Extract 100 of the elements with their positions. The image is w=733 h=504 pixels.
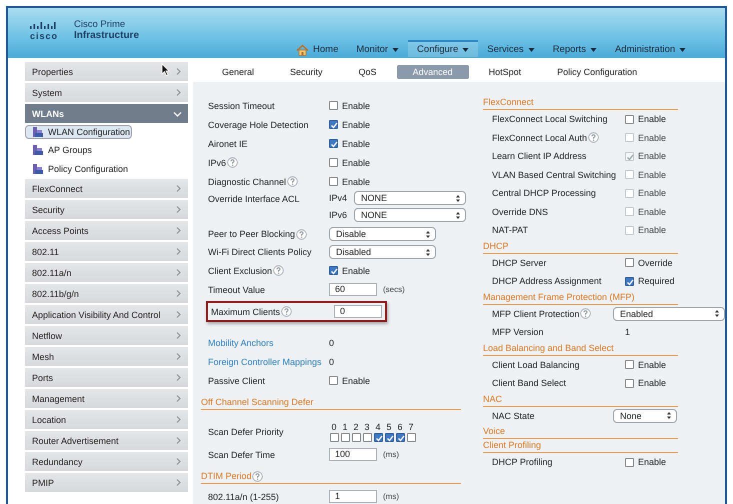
sidebar-item[interactable]: Security [25,200,188,219]
field-label: FlexConnect Local Switching [492,114,608,124]
chevron-right-icon [175,289,182,298]
dropdown[interactable]: NONE [354,191,466,205]
nav-menu-item[interactable]: Monitor [347,40,408,57]
text-field[interactable]: 0 [334,305,382,318]
field-label: Passive Client [208,376,266,386]
field-label: Scan Defer Priority [208,427,284,437]
checkbox[interactable] [625,276,634,286]
checkbox[interactable] [340,433,350,442]
text-field[interactable]: 60 [329,283,377,296]
checkbox[interactable] [329,376,338,385]
value-text: 1 [625,327,630,338]
help-icon [273,265,284,276]
nav-menu-item[interactable]: Reports [544,40,606,57]
checkbox[interactable] [625,378,634,388]
sidebar-item[interactable]: Application Visibility And Control [25,305,188,324]
checkbox[interactable] [329,177,338,186]
checkbox[interactable] [352,433,360,442]
dropdown[interactable]: None [613,408,677,423]
sidebar-item[interactable]: PMIP [25,473,188,492]
chevron-right-icon [175,478,182,487]
checkbox[interactable] [329,139,338,148]
nav-menu-item[interactable]: Configure [408,40,478,57]
field-label: Scan Defer Time [208,450,276,460]
option-label: Enable [638,225,666,236]
field-label: Aironet IE [208,138,248,148]
field-label: Client Exclusion [208,266,272,276]
checkbox[interactable] [329,158,338,167]
sidebar-item[interactable]: Location [25,410,188,429]
sidebar-item[interactable]: 802.11a/n [25,263,188,282]
caret-icon [462,46,470,52]
section-heading: FlexConnect [483,96,678,110]
text-field[interactable]: 100 [329,448,377,461]
section-heading: Management Frame Protection (MFP) [483,290,678,304]
chevron-right-icon [175,415,182,424]
chevron-right-icon [175,205,182,214]
section-heading: Client Profiling [483,439,678,453]
logo-bars-icon [30,22,56,30]
dropdown[interactable]: Disable [329,227,436,241]
sidebar-item[interactable]: Ports [25,368,188,387]
link[interactable]: Foreign Controller Mappings [208,356,322,366]
sidebar-item[interactable]: FlexConnect [25,179,188,198]
sidebar-item[interactable]: Properties [25,62,188,81]
text-field[interactable]: 1 [329,490,377,503]
checkbox[interactable] [625,114,634,124]
checkbox[interactable] [329,120,338,129]
option-label: Enable [342,158,370,168]
sidebar-item[interactable]: Netflow [25,326,188,345]
checkbox[interactable] [625,258,634,268]
help-icon [287,176,298,187]
option-label: Enable [638,151,666,162]
option-label: Enable [638,170,666,180]
dropdown[interactable]: Disabled [329,245,436,259]
chevron-right-icon [175,67,182,76]
tab[interactable]: Policy Configuration [541,65,654,79]
tab[interactable]: General [206,65,270,79]
tab[interactable]: Security [274,65,339,79]
sidebar-item[interactable]: Redundancy [25,452,188,471]
checkbox[interactable] [362,433,372,442]
unit-label: (ms) [383,450,399,459]
checkbox[interactable] [625,458,634,467]
dropdown[interactable]: Enabled [613,306,725,321]
nav-menu-item[interactable]: Home [287,40,348,57]
sidebar-item[interactable]: Mesh [25,347,188,366]
field-label: IPv6 [329,210,348,220]
checkbox[interactable] [384,433,394,442]
updown-arrow-icon [455,210,461,220]
field-label: Override DNS [492,206,548,217]
sidebar-item[interactable]: System [25,83,188,102]
updown-arrow-icon [425,248,431,256]
field-label: MFP Client Protection [492,308,580,319]
link[interactable]: Mobility Anchors [208,338,274,348]
checkbox[interactable] [406,433,416,442]
checkbox[interactable] [330,433,338,442]
option-label: Enable [638,114,666,124]
updown-arrow-icon [666,411,672,420]
checkbox[interactable] [329,266,338,275]
building-icon [32,162,43,174]
sidebar-item[interactable]: Router Advertisement [25,431,188,450]
checkbox[interactable] [329,101,338,110]
building-icon [32,144,43,156]
sidebar-item[interactable]: WLANs [25,104,188,123]
checkbox[interactable] [396,433,404,442]
sidebar-item[interactable]: Management [25,389,188,408]
sidebar-subitem[interactable]: WLAN Configuration [25,125,132,139]
chevron-right-icon [175,394,182,403]
checkbox[interactable] [625,360,634,370]
sidebar-item[interactable]: 802.11 [25,242,188,261]
chevron-right-icon [175,88,182,97]
dropdown[interactable]: NONE [354,208,466,222]
help-icon [296,228,308,240]
sidebar-item[interactable]: Access Points [25,221,188,240]
tab[interactable]: HotSpot [472,65,538,79]
field-label: FlexConnect Local Auth [492,132,588,143]
checkbox[interactable] [374,433,382,442]
nav-menu-item[interactable]: Administration [606,40,696,57]
tab[interactable]: QoS [342,65,393,79]
sidebar-item[interactable]: 802.11b/g/n [25,284,188,303]
nav-menu-item[interactable]: Services [478,40,544,57]
